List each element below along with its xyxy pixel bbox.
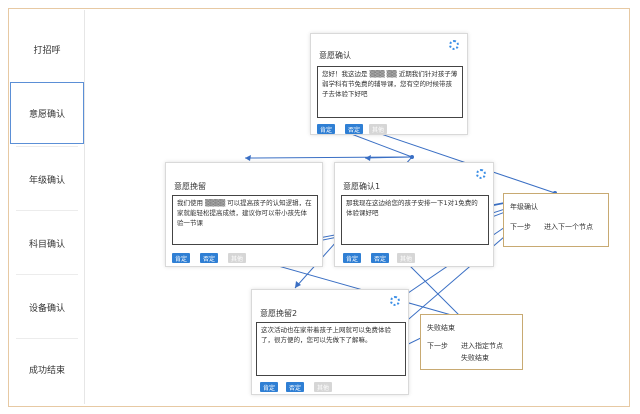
affirm-button[interactable]: 肯定 bbox=[260, 382, 278, 392]
message-textbox[interactable]: 这次活动也在家带着孩子上网就可以免费体验了，很方便的，您可以先做下了解嘛。 bbox=[256, 322, 406, 376]
deny-button[interactable]: 否定 bbox=[345, 124, 363, 134]
deny-button[interactable]: 否定 bbox=[286, 382, 304, 392]
card-title: 意愿挽留2 bbox=[260, 309, 298, 318]
message-textbox[interactable]: 您好！我这边是 ▒▒▒ ▒▒ 近期我们针对孩子薄弱学科有节免费的辅导课，您有空的… bbox=[317, 66, 463, 118]
node-card-retain[interactable]: 意愿挽留 我们使用 ▒▒▒▒ 可以提高孩子的认知逻辑，在家就能轻松提高成绩，建议… bbox=[165, 162, 323, 267]
affirm-button[interactable]: 肯定 bbox=[172, 253, 190, 263]
gear-icon[interactable] bbox=[449, 40, 459, 50]
arrow-head bbox=[365, 155, 371, 161]
node-target-label: 进入下一个节点 bbox=[544, 223, 593, 231]
jump-node-fail[interactable]: 失败结束 下一步 进入指定节点 失败结束 bbox=[420, 314, 523, 370]
node-card-intent[interactable]: 意愿确认 您好！我这边是 ▒▒▒ ▒▒ 近期我们针对孩子薄弱学科有节免费的辅导课… bbox=[310, 33, 468, 135]
card-title: 意愿确认1 bbox=[343, 182, 381, 191]
affirm-button[interactable]: 肯定 bbox=[317, 124, 335, 134]
other-button[interactable]: 其他 bbox=[228, 253, 246, 263]
other-button[interactable]: 其他 bbox=[314, 382, 332, 392]
card-title: 意愿确认 bbox=[319, 51, 351, 60]
node-title: 年级确认 bbox=[510, 203, 538, 211]
gear-icon[interactable] bbox=[476, 169, 486, 179]
other-button[interactable]: 其他 bbox=[369, 124, 387, 134]
node-card-intent-1[interactable]: 意愿确认1 那我现在这边给您的孩子安排一下1对1免费的体验课好吧 肯定 否定 其… bbox=[334, 162, 494, 267]
card-title: 意愿挽留 bbox=[174, 182, 206, 191]
jump-node-grade[interactable]: 年级确认 下一步 进入下一个节点 bbox=[503, 193, 609, 247]
message-textbox[interactable]: 那我现在这边给您的孩子安排一下1对1免费的体验课好吧 bbox=[341, 195, 489, 245]
message-textbox[interactable]: 我们使用 ▒▒▒▒ 可以提高孩子的认知逻辑，在家就能轻松提高成绩，建议你可以带小… bbox=[172, 195, 318, 245]
deny-button[interactable]: 否定 bbox=[200, 253, 218, 263]
connector-line bbox=[345, 131, 413, 158]
other-button[interactable]: 其他 bbox=[397, 253, 415, 263]
arrow-head bbox=[245, 155, 251, 161]
node-end-label: 失败结束 bbox=[461, 354, 489, 362]
node-card-retain-2[interactable]: 意愿挽留2 这次活动也在家带着孩子上网就可以免费体验了，很方便的，您可以先做下了… bbox=[251, 289, 409, 395]
connector-dot[interactable] bbox=[410, 155, 414, 159]
node-target-label: 进入指定节点 bbox=[461, 342, 503, 350]
affirm-button[interactable]: 肯定 bbox=[343, 253, 361, 263]
gear-icon[interactable] bbox=[390, 296, 400, 306]
deny-button[interactable]: 否定 bbox=[371, 253, 389, 263]
node-step-label: 下一步 bbox=[510, 223, 531, 231]
node-step-label: 下一步 bbox=[427, 342, 448, 350]
node-title: 失败结束 bbox=[427, 324, 455, 332]
